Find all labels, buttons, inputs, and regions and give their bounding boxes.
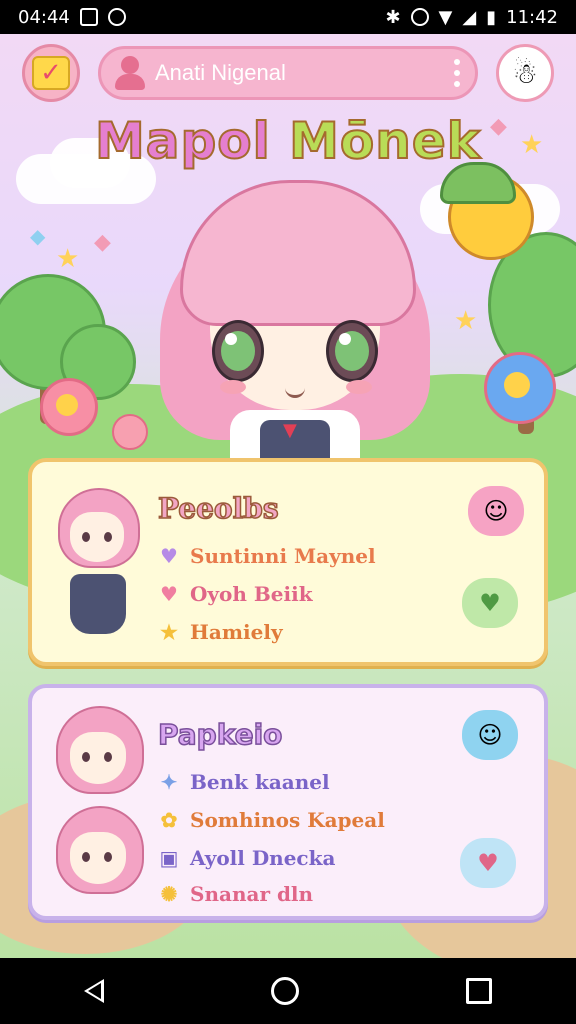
star-icon: ◆ xyxy=(30,224,46,248)
blue-heart-icon[interactable]: ♥ xyxy=(460,838,516,888)
card-item[interactable]: ▣ Ayoll Dnecka xyxy=(158,846,336,870)
green-heart-icon[interactable]: ♥ xyxy=(462,578,518,628)
blue-blob-icon[interactable]: ☺ xyxy=(462,710,518,760)
gallery-icon xyxy=(79,8,98,26)
search-placeholder: Anati Nigenal xyxy=(155,60,286,85)
snowman-icon: ☃ xyxy=(512,56,538,90)
star-icon: ◆ xyxy=(94,230,111,255)
card-title: Peeolbs xyxy=(157,491,279,526)
card-item-label: Somhinos Kapeal xyxy=(190,808,385,832)
flower-icon: ✿ xyxy=(160,808,178,832)
card-item[interactable]: ♥ Suntinni Maynel xyxy=(158,544,376,568)
system-nav-bar xyxy=(0,958,576,1024)
home-icon[interactable] xyxy=(270,977,299,1005)
star-icon: ★ xyxy=(56,244,80,274)
card-item-label: Oyoh Beiik xyxy=(190,582,313,606)
card-item[interactable]: ★ Hamiely xyxy=(158,620,283,644)
card-title: Papkeio xyxy=(157,717,283,752)
checklist-button[interactable]: ✓ xyxy=(22,44,80,102)
card-item-label: Ayoll Dnecka xyxy=(190,846,336,870)
flower-center xyxy=(504,372,530,398)
eye xyxy=(212,320,264,382)
card-item-label: Hamiely xyxy=(190,620,283,644)
flower-center xyxy=(56,394,78,416)
card-item[interactable]: ♥ Oyoh Beiik xyxy=(158,582,313,606)
pink-blob-icon[interactable]: ☺ xyxy=(468,486,524,536)
alarm-icon xyxy=(410,8,429,26)
star-icon: ★ xyxy=(160,620,178,644)
app-title-part1: Mapol xyxy=(94,111,271,171)
character-portrait xyxy=(54,706,144,796)
more-options-icon[interactable] xyxy=(453,59,461,87)
sparkle-icon: ✦ xyxy=(160,770,178,794)
search-input[interactable]: Anati Nigenal xyxy=(98,46,478,100)
bluetooth-icon: ✱ xyxy=(385,6,401,28)
character-portrait xyxy=(54,806,144,896)
profile-avatar-button[interactable]: ☃ xyxy=(496,44,554,102)
app-title: Mapol Mōnek xyxy=(0,111,576,171)
status-bar: 04:44 ✱ ▼ ◢ ▮ 11:42 xyxy=(0,0,576,34)
card-item[interactable]: ✿ Somhinos Kapeal xyxy=(158,808,385,832)
eye xyxy=(326,320,378,382)
status-time: 04:44 xyxy=(18,6,70,28)
notification-icon xyxy=(107,8,126,26)
card-item-label: Suntinni Maynel xyxy=(190,544,376,568)
flower-icon xyxy=(112,414,148,450)
card-item[interactable]: ✺ Snanar dln xyxy=(158,882,313,906)
bow-icon: ▼ xyxy=(283,420,297,441)
character-card-2[interactable]: Papkeio ✦ Benk kaanel ✿ Somhinos Kapeal … xyxy=(28,684,548,920)
card-item-label: Benk kaanel xyxy=(190,770,330,794)
character-portrait xyxy=(52,488,142,658)
card-item[interactable]: ✦ Benk kaanel xyxy=(158,770,330,794)
character-card-1[interactable]: Peeolbs ♥ Suntinni Maynel ♥ Oyoh Beiik ★… xyxy=(28,458,548,666)
heart-icon: ♥ xyxy=(160,582,178,606)
app-title-part2: Mōnek xyxy=(288,111,482,171)
back-icon[interactable] xyxy=(83,979,104,1003)
hero-character: ▼ xyxy=(150,170,440,460)
user-icon xyxy=(115,56,145,90)
character-cards: Peeolbs ♥ Suntinni Maynel ♥ Oyoh Beiik ★… xyxy=(28,458,548,920)
label-icon: ▣ xyxy=(159,846,179,870)
recent-apps-icon[interactable] xyxy=(466,978,493,1004)
wifi-icon: ▼ xyxy=(438,6,453,28)
status-clock: 11:42 xyxy=(506,6,558,28)
top-bar: ✓ Anati Nigenal ☃ xyxy=(22,44,554,104)
battery-icon: ▮ xyxy=(486,6,497,28)
sparkle-icon: ✺ xyxy=(160,882,178,906)
check-icon: ✓ xyxy=(32,56,70,90)
card-item-label: Snanar dln xyxy=(190,882,314,906)
heart-icon: ♥ xyxy=(160,544,178,568)
star-icon: ★ xyxy=(454,306,478,336)
signal-icon: ◢ xyxy=(462,6,477,28)
